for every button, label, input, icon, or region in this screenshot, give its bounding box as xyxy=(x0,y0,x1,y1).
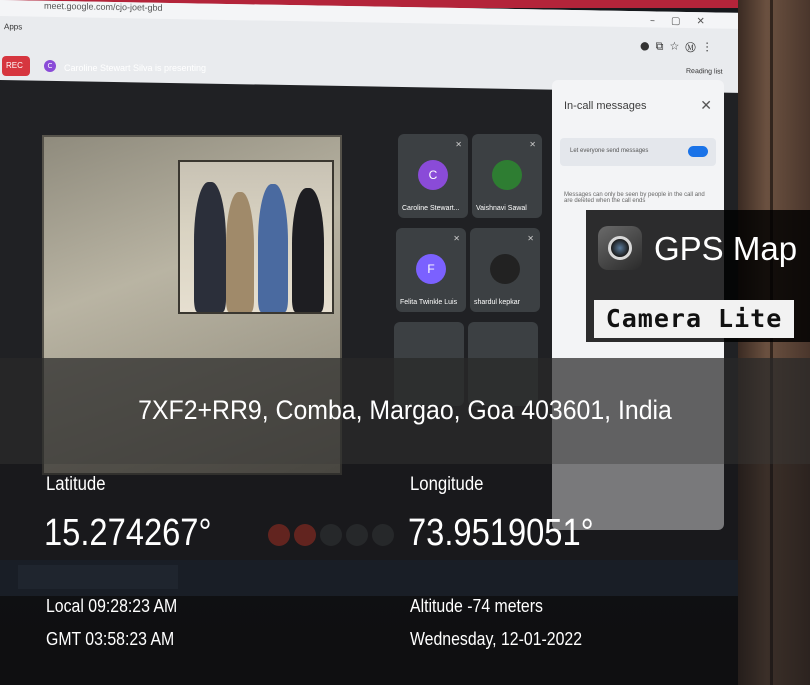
apps-label: Apps xyxy=(4,22,23,32)
person-figure xyxy=(292,188,324,312)
participant-tile: ✕ F Felita Twinkle Luis xyxy=(396,228,466,312)
mic-off-icon: ✕ xyxy=(527,234,534,243)
participant-name: Felita Twinkle Luis xyxy=(400,299,458,306)
altitude: Altitude -74 meters xyxy=(410,596,543,616)
chat-setting-label: Let everyone send messages xyxy=(570,148,649,154)
chat-setting-row: Let everyone send messages xyxy=(560,138,716,166)
participant-name: shardul kepkar xyxy=(474,299,520,306)
camera-lens-icon xyxy=(598,226,642,270)
participant-name: Caroline Stewart... xyxy=(402,205,460,212)
latitude-value: 15.274267° xyxy=(44,512,212,554)
chat-title: In-call messages xyxy=(564,100,647,112)
browser-chrome: meet.google.com/cjo-joet-gbd –▢✕ Apps ●⧉… xyxy=(0,0,738,93)
participant-avatar xyxy=(492,160,522,190)
longitude-value: 73.9519051° xyxy=(408,512,594,554)
mic-off-icon: ✕ xyxy=(455,140,462,149)
participant-name: Vaishnavi Sawal xyxy=(476,205,527,212)
presenting-text: Caroline Stewart Silva is presenting xyxy=(64,63,207,73)
participant-tile: ✕ C Caroline Stewart... xyxy=(398,134,468,218)
reading-list-label: Reading list xyxy=(686,67,723,76)
toolbar-icons: ●⧉☆Ⓜ⋮ xyxy=(640,39,719,54)
window-controls: –▢✕ xyxy=(650,15,721,28)
participant-tile: ✕ Vaishnavi Sawal xyxy=(472,134,542,218)
longitude-label: Longitude xyxy=(410,474,484,495)
person-figure xyxy=(258,184,288,312)
participant-avatar: C xyxy=(418,160,448,190)
slide-photo xyxy=(178,160,334,314)
participant-avatar: F xyxy=(416,254,446,284)
toggle-switch xyxy=(688,146,708,157)
info-band xyxy=(0,464,810,685)
gps-map-camera-logo: GPS Map Camera Lite xyxy=(586,210,810,342)
presenter-avatar: C xyxy=(44,60,56,72)
rec-badge: REC xyxy=(2,56,30,76)
close-icon: ✕ xyxy=(700,98,712,114)
participant-tile: ✕ shardul kepkar xyxy=(470,228,540,312)
address-text: 7XF2+RR9, Comba, Margao, Goa 403601, Ind… xyxy=(138,395,672,425)
date: Wednesday, 12-01-2022 xyxy=(410,629,583,649)
participant-avatar xyxy=(490,254,520,284)
local-time: Local 09:28:23 AM xyxy=(46,596,178,616)
latitude-label: Latitude xyxy=(46,474,106,495)
person-figure xyxy=(226,192,254,312)
url-text: meet.google.com/cjo-joet-gbd xyxy=(44,0,163,13)
person-figure xyxy=(194,182,226,312)
logo-line2: Camera Lite xyxy=(594,300,794,338)
mic-off-icon: ✕ xyxy=(529,140,536,149)
logo-line1: GPS Map xyxy=(654,230,798,267)
chat-note: Messages can only be seen by people in t… xyxy=(564,192,705,204)
gmt-time: GMT 03:58:23 AM xyxy=(46,629,175,649)
mic-off-icon: ✕ xyxy=(453,234,460,243)
